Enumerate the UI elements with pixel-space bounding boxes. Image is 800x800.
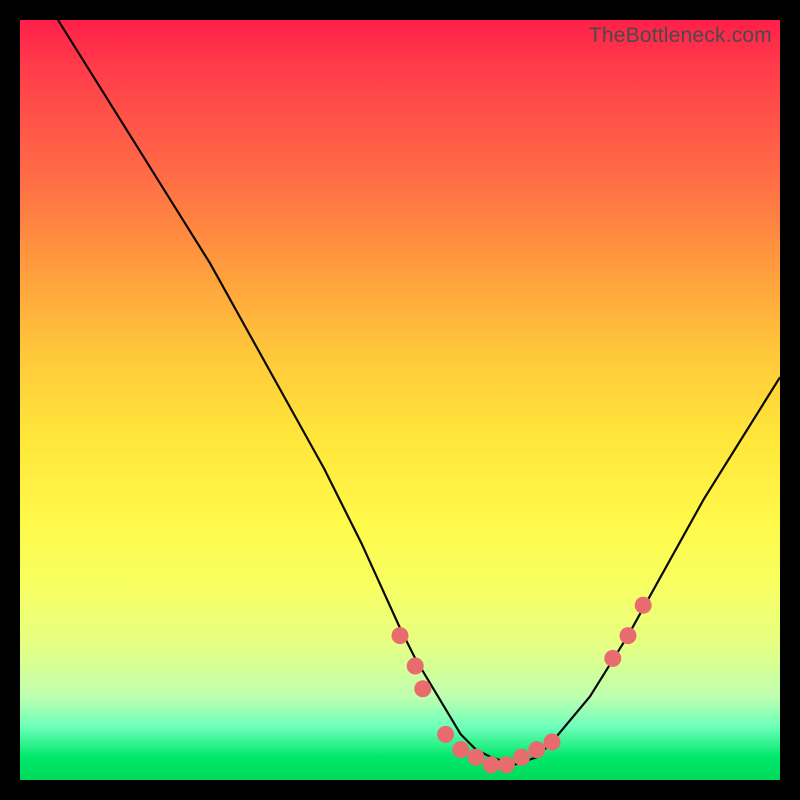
plot-area: TheBottleneck.com [20, 20, 780, 780]
chart-frame: TheBottleneck.com [20, 20, 780, 780]
background-gradient [20, 20, 780, 780]
